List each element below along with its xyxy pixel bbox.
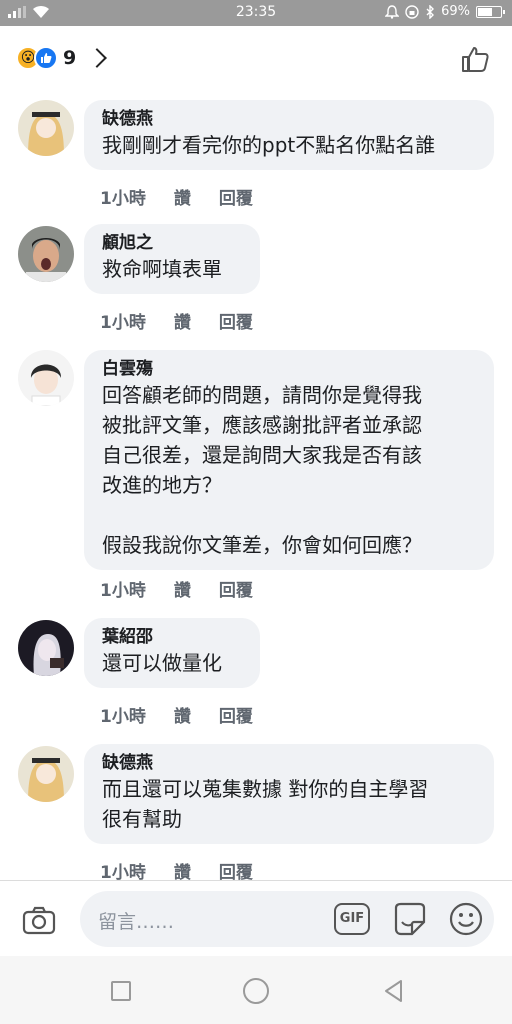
emoji-icon[interactable] bbox=[448, 901, 484, 937]
comment-bubble[interactable]: 缺德燕 我剛剛才看完你的ppt不點名你點名誰 bbox=[84, 100, 494, 170]
comment-author[interactable]: 白雲殤 bbox=[102, 358, 476, 380]
back-button[interactable] bbox=[381, 978, 407, 1004]
comment-actions: 1小時 讚 回覆 bbox=[100, 858, 253, 880]
reply-button[interactable]: 回覆 bbox=[219, 184, 253, 209]
comment-actions: 1小時 讚 回覆 bbox=[100, 576, 253, 601]
battery-fill bbox=[478, 7, 493, 16]
comments-list[interactable]: 缺德燕 我剛剛才看完你的ppt不點名你點名誰 1小時 讚 回覆 顧旭之 救命啊填… bbox=[0, 94, 512, 880]
avatar[interactable] bbox=[18, 620, 74, 676]
comment-bubble[interactable]: 顧旭之 救命啊填表單 bbox=[84, 224, 260, 294]
comments-header: 😮 9 bbox=[0, 26, 512, 94]
comment-text: 回答顧老師的問題，請問你是覺得我 被批評文筆，應該感謝批評者並承認 自己很差，還… bbox=[102, 383, 422, 557]
comment-text: 還可以做量化 bbox=[102, 651, 222, 675]
comment-bubble[interactable]: 葉紹邵 還可以做量化 bbox=[84, 618, 260, 688]
reply-button[interactable]: 回覆 bbox=[219, 858, 253, 880]
reaction-count: 9 bbox=[63, 47, 77, 69]
comment-author[interactable]: 顧旭之 bbox=[102, 232, 242, 254]
bluetooth-icon bbox=[426, 4, 435, 19]
comment-time[interactable]: 1小時 bbox=[100, 702, 146, 727]
avatar[interactable] bbox=[18, 226, 74, 282]
comment-time[interactable]: 1小時 bbox=[100, 308, 146, 333]
comment-text: 救命啊填表單 bbox=[102, 257, 222, 281]
lock-rotation-icon bbox=[405, 4, 419, 19]
like-button[interactable]: 讚 bbox=[174, 702, 191, 727]
comment-bubble[interactable]: 白雲殤 回答顧老師的問題，請問你是覺得我 被批評文筆，應該感謝批評者並承認 自己… bbox=[84, 350, 494, 570]
like-reaction-icon bbox=[34, 46, 58, 70]
status-bar: 23:35 69% bbox=[0, 0, 512, 26]
system-nav-bar bbox=[0, 956, 512, 1024]
comment-author[interactable]: 缺德燕 bbox=[102, 752, 476, 774]
avatar[interactable] bbox=[18, 746, 74, 802]
like-button[interactable]: 讚 bbox=[174, 576, 191, 601]
comment-author[interactable]: 葉紹邵 bbox=[102, 626, 242, 648]
comment-text: 而且還可以蒐集數據 對你的自主學習 很有幫助 bbox=[102, 777, 429, 831]
like-post-button[interactable] bbox=[460, 44, 490, 74]
comment-bubble[interactable]: 缺德燕 而且還可以蒐集數據 對你的自主學習 很有幫助 bbox=[84, 744, 494, 844]
chevron-right-icon bbox=[87, 48, 108, 68]
battery-icon bbox=[476, 5, 505, 18]
reply-button[interactable]: 回覆 bbox=[219, 702, 253, 727]
comment-composer: 留言…… GIF bbox=[0, 880, 512, 956]
like-button[interactable]: 讚 bbox=[174, 308, 191, 333]
recents-button[interactable] bbox=[111, 981, 131, 1001]
comment-actions: 1小時 讚 回覆 bbox=[100, 308, 253, 333]
bell-icon bbox=[385, 4, 400, 19]
comment-actions: 1小時 讚 回覆 bbox=[100, 184, 253, 209]
comment-time[interactable]: 1小時 bbox=[100, 858, 146, 880]
comment-time[interactable]: 1小時 bbox=[100, 184, 146, 209]
status-icons: 69% bbox=[385, 4, 505, 19]
comment-input-placeholder: 留言…… bbox=[98, 911, 175, 933]
avatar[interactable] bbox=[18, 350, 74, 406]
like-button[interactable]: 讚 bbox=[174, 858, 191, 880]
comment-actions: 1小時 讚 回覆 bbox=[100, 702, 253, 727]
battery-percent: 69% bbox=[441, 4, 470, 19]
comment-input[interactable]: 留言…… GIF bbox=[80, 891, 494, 947]
home-button[interactable] bbox=[243, 978, 269, 1004]
comment-author[interactable]: 缺德燕 bbox=[102, 108, 476, 130]
comment-time[interactable]: 1小時 bbox=[100, 576, 146, 601]
camera-icon[interactable] bbox=[22, 905, 56, 935]
reply-button[interactable]: 回覆 bbox=[219, 308, 253, 333]
gif-icon[interactable]: GIF bbox=[334, 903, 370, 935]
reply-button[interactable]: 回覆 bbox=[219, 576, 253, 601]
reactions-summary[interactable]: 😮 9 bbox=[16, 46, 108, 70]
like-button[interactable]: 讚 bbox=[174, 184, 191, 209]
sticker-icon[interactable] bbox=[392, 902, 428, 936]
comment-text: 我剛剛才看完你的ppt不點名你點名誰 bbox=[102, 133, 436, 157]
avatar[interactable] bbox=[18, 100, 74, 156]
